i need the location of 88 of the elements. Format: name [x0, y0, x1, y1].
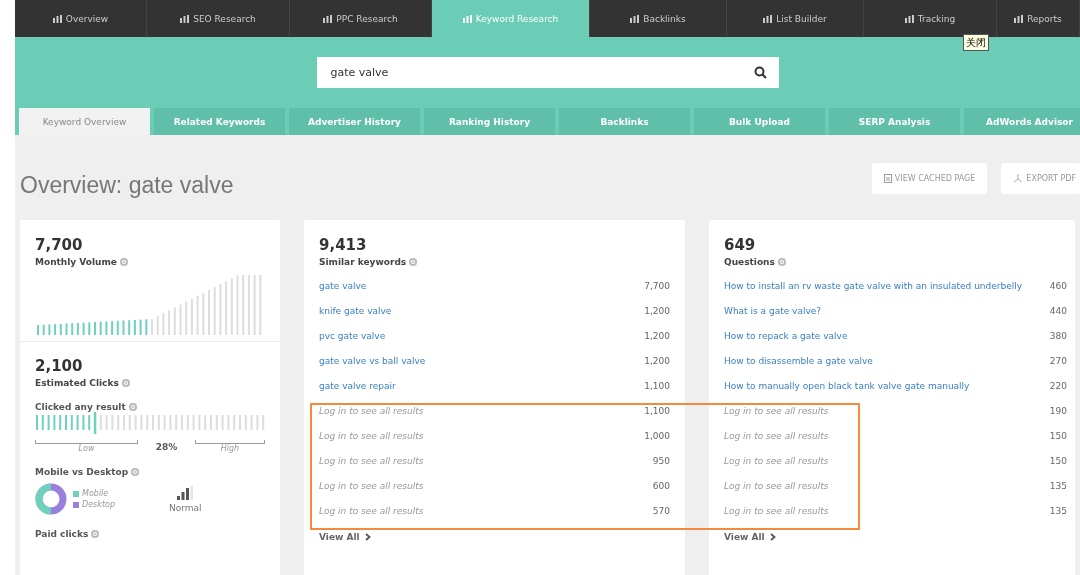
volume-value: 1,100	[644, 380, 670, 391]
help-icon[interactable]	[777, 258, 786, 266]
stat-label: Questions	[724, 257, 775, 267]
volume-value: 1,100	[644, 405, 670, 416]
legend-swatch	[73, 501, 79, 508]
keyword-link[interactable]: knife gate valve	[319, 305, 392, 316]
chevron-icon	[769, 533, 776, 541]
volume-value: 440	[1049, 305, 1067, 316]
keyword-link[interactable]: What is a gate valve?	[724, 305, 822, 316]
locked-text: Log in to see all results	[319, 430, 424, 441]
help-icon[interactable]	[128, 403, 137, 411]
stat-label: Monthly Volume	[35, 257, 117, 267]
volume-value: 7,700	[644, 280, 670, 291]
tab-icon	[630, 14, 640, 23]
volume-value: 150	[1049, 455, 1067, 466]
view-all-link[interactable]: View All	[319, 527, 670, 547]
locked-text: Log in to see all results	[319, 455, 424, 466]
volume-value: 1,200	[644, 330, 670, 341]
tab-icon	[52, 14, 62, 23]
keyword-link[interactable]: gate valve repair	[319, 380, 396, 391]
tooltip: 关闭	[963, 34, 989, 51]
donut-drawing	[35, 483, 67, 515]
volume-value: 1,200	[644, 305, 670, 316]
locked-text: Log in to see all results	[319, 505, 424, 516]
metric-label: Clicked any result	[35, 402, 126, 412]
tab-icon	[1014, 14, 1024, 23]
document-icon	[883, 174, 892, 183]
keyword-link[interactable]: How to disassemble a gate valve	[724, 355, 873, 366]
keyword-link[interactable]: gate valve	[319, 280, 367, 291]
locked-text: Log in to see all results	[724, 405, 829, 416]
scale-label: Low	[78, 444, 95, 453]
view-all-link[interactable]: View All	[724, 527, 1067, 547]
signal-label: Normal	[169, 502, 202, 513]
action-button[interactable]: VIEW CACHED PAGE	[871, 163, 988, 194]
volume-value: 1,000	[644, 430, 670, 441]
metric-label: Paid clicks	[35, 529, 89, 539]
action-button[interactable]: EXPORT PDF	[1001, 163, 1080, 194]
sub-tab[interactable]: Keyword Overview	[19, 108, 150, 135]
locked-text: Log in to see all results	[319, 480, 424, 491]
volume-value: 460	[1049, 280, 1067, 291]
stat-value: 9,413	[319, 236, 368, 254]
help-icon[interactable]	[120, 258, 128, 266]
percent-value: 28%	[155, 442, 178, 452]
search-icon[interactable]	[753, 66, 767, 79]
locked-text: Log in to see all results	[724, 480, 829, 491]
legend-label: Desktop	[82, 500, 115, 509]
scale-label: High	[220, 444, 240, 453]
help-icon[interactable]	[131, 468, 140, 476]
tab-icon	[323, 14, 333, 23]
volume-value: 1,200	[644, 355, 670, 366]
keyword-link[interactable]: How to manually open black tank valve gate manually	[724, 380, 970, 391]
volume-value: 570	[652, 505, 670, 516]
tab-icon	[180, 14, 190, 23]
locked-text: Log in to see all results	[724, 455, 829, 466]
keyword-link[interactable]: pvc gate valve	[319, 330, 386, 341]
chevron-icon	[364, 533, 371, 541]
signal-icon	[177, 485, 194, 500]
volume-value: 135	[1049, 505, 1067, 516]
search-field[interactable]: gate valve	[316, 57, 779, 88]
locked-text: Log in to see all results	[724, 505, 829, 516]
volume-value: 190	[1049, 405, 1067, 416]
volume-value: 220	[1049, 380, 1067, 391]
keyword-link[interactable]: How to repack a gate valve	[724, 330, 848, 341]
tab-icon	[904, 14, 914, 23]
legend-swatch	[73, 490, 79, 497]
tab-icon	[763, 14, 773, 23]
stat-value: 649	[724, 236, 757, 254]
volume-value: 135	[1049, 480, 1067, 491]
keyword-link[interactable]: gate valve vs ball valve	[319, 355, 426, 366]
tab-icon	[462, 14, 472, 23]
stat-label: Similar keywords	[319, 257, 407, 267]
help-icon[interactable]	[409, 258, 418, 266]
volume-value: 270	[1049, 355, 1067, 366]
keyword-link[interactable]: How to install an rv waste gate valve with an insulated underbelly	[724, 280, 1023, 291]
page-title: Overview: gate valve	[20, 171, 234, 199]
stat-label: Estimated Clicks	[35, 378, 119, 388]
legend-label: Mobile	[82, 489, 109, 498]
volume-value: 600	[652, 480, 670, 491]
volume-value: 950	[652, 455, 670, 466]
help-icon[interactable]	[91, 530, 100, 538]
locked-text: Log in to see all results	[319, 405, 424, 416]
help-icon[interactable]	[121, 379, 130, 387]
stat-value: 2,100	[35, 357, 84, 375]
stat-value: 7,700	[35, 236, 84, 254]
volume-value: 380	[1049, 330, 1067, 341]
locked-text: Log in to see all results	[724, 430, 829, 441]
metric-label: Mobile vs Desktop	[35, 467, 129, 477]
volume-value: 150	[1049, 430, 1067, 441]
